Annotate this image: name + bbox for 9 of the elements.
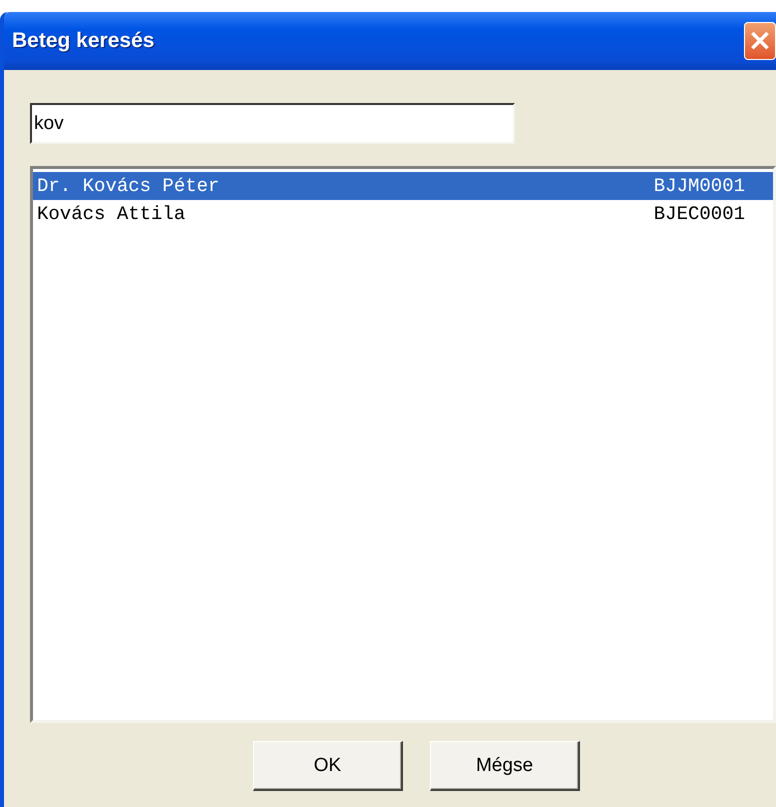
patient-name: Dr. Kovács Péter	[37, 175, 220, 197]
patient-code: BJJM0001	[654, 175, 745, 197]
patient-name: Kovács Attila	[37, 203, 186, 225]
window-title: Beteg keresés	[12, 29, 154, 53]
patient-code: BJEC0001	[654, 203, 745, 225]
ok-button[interactable]: OK	[253, 741, 403, 791]
search-field[interactable]: kov	[30, 103, 515, 144]
result-row[interactable]: Dr. Kovács Péter BJJM0001	[33, 172, 773, 200]
cancel-button[interactable]: Mégse	[430, 741, 580, 791]
